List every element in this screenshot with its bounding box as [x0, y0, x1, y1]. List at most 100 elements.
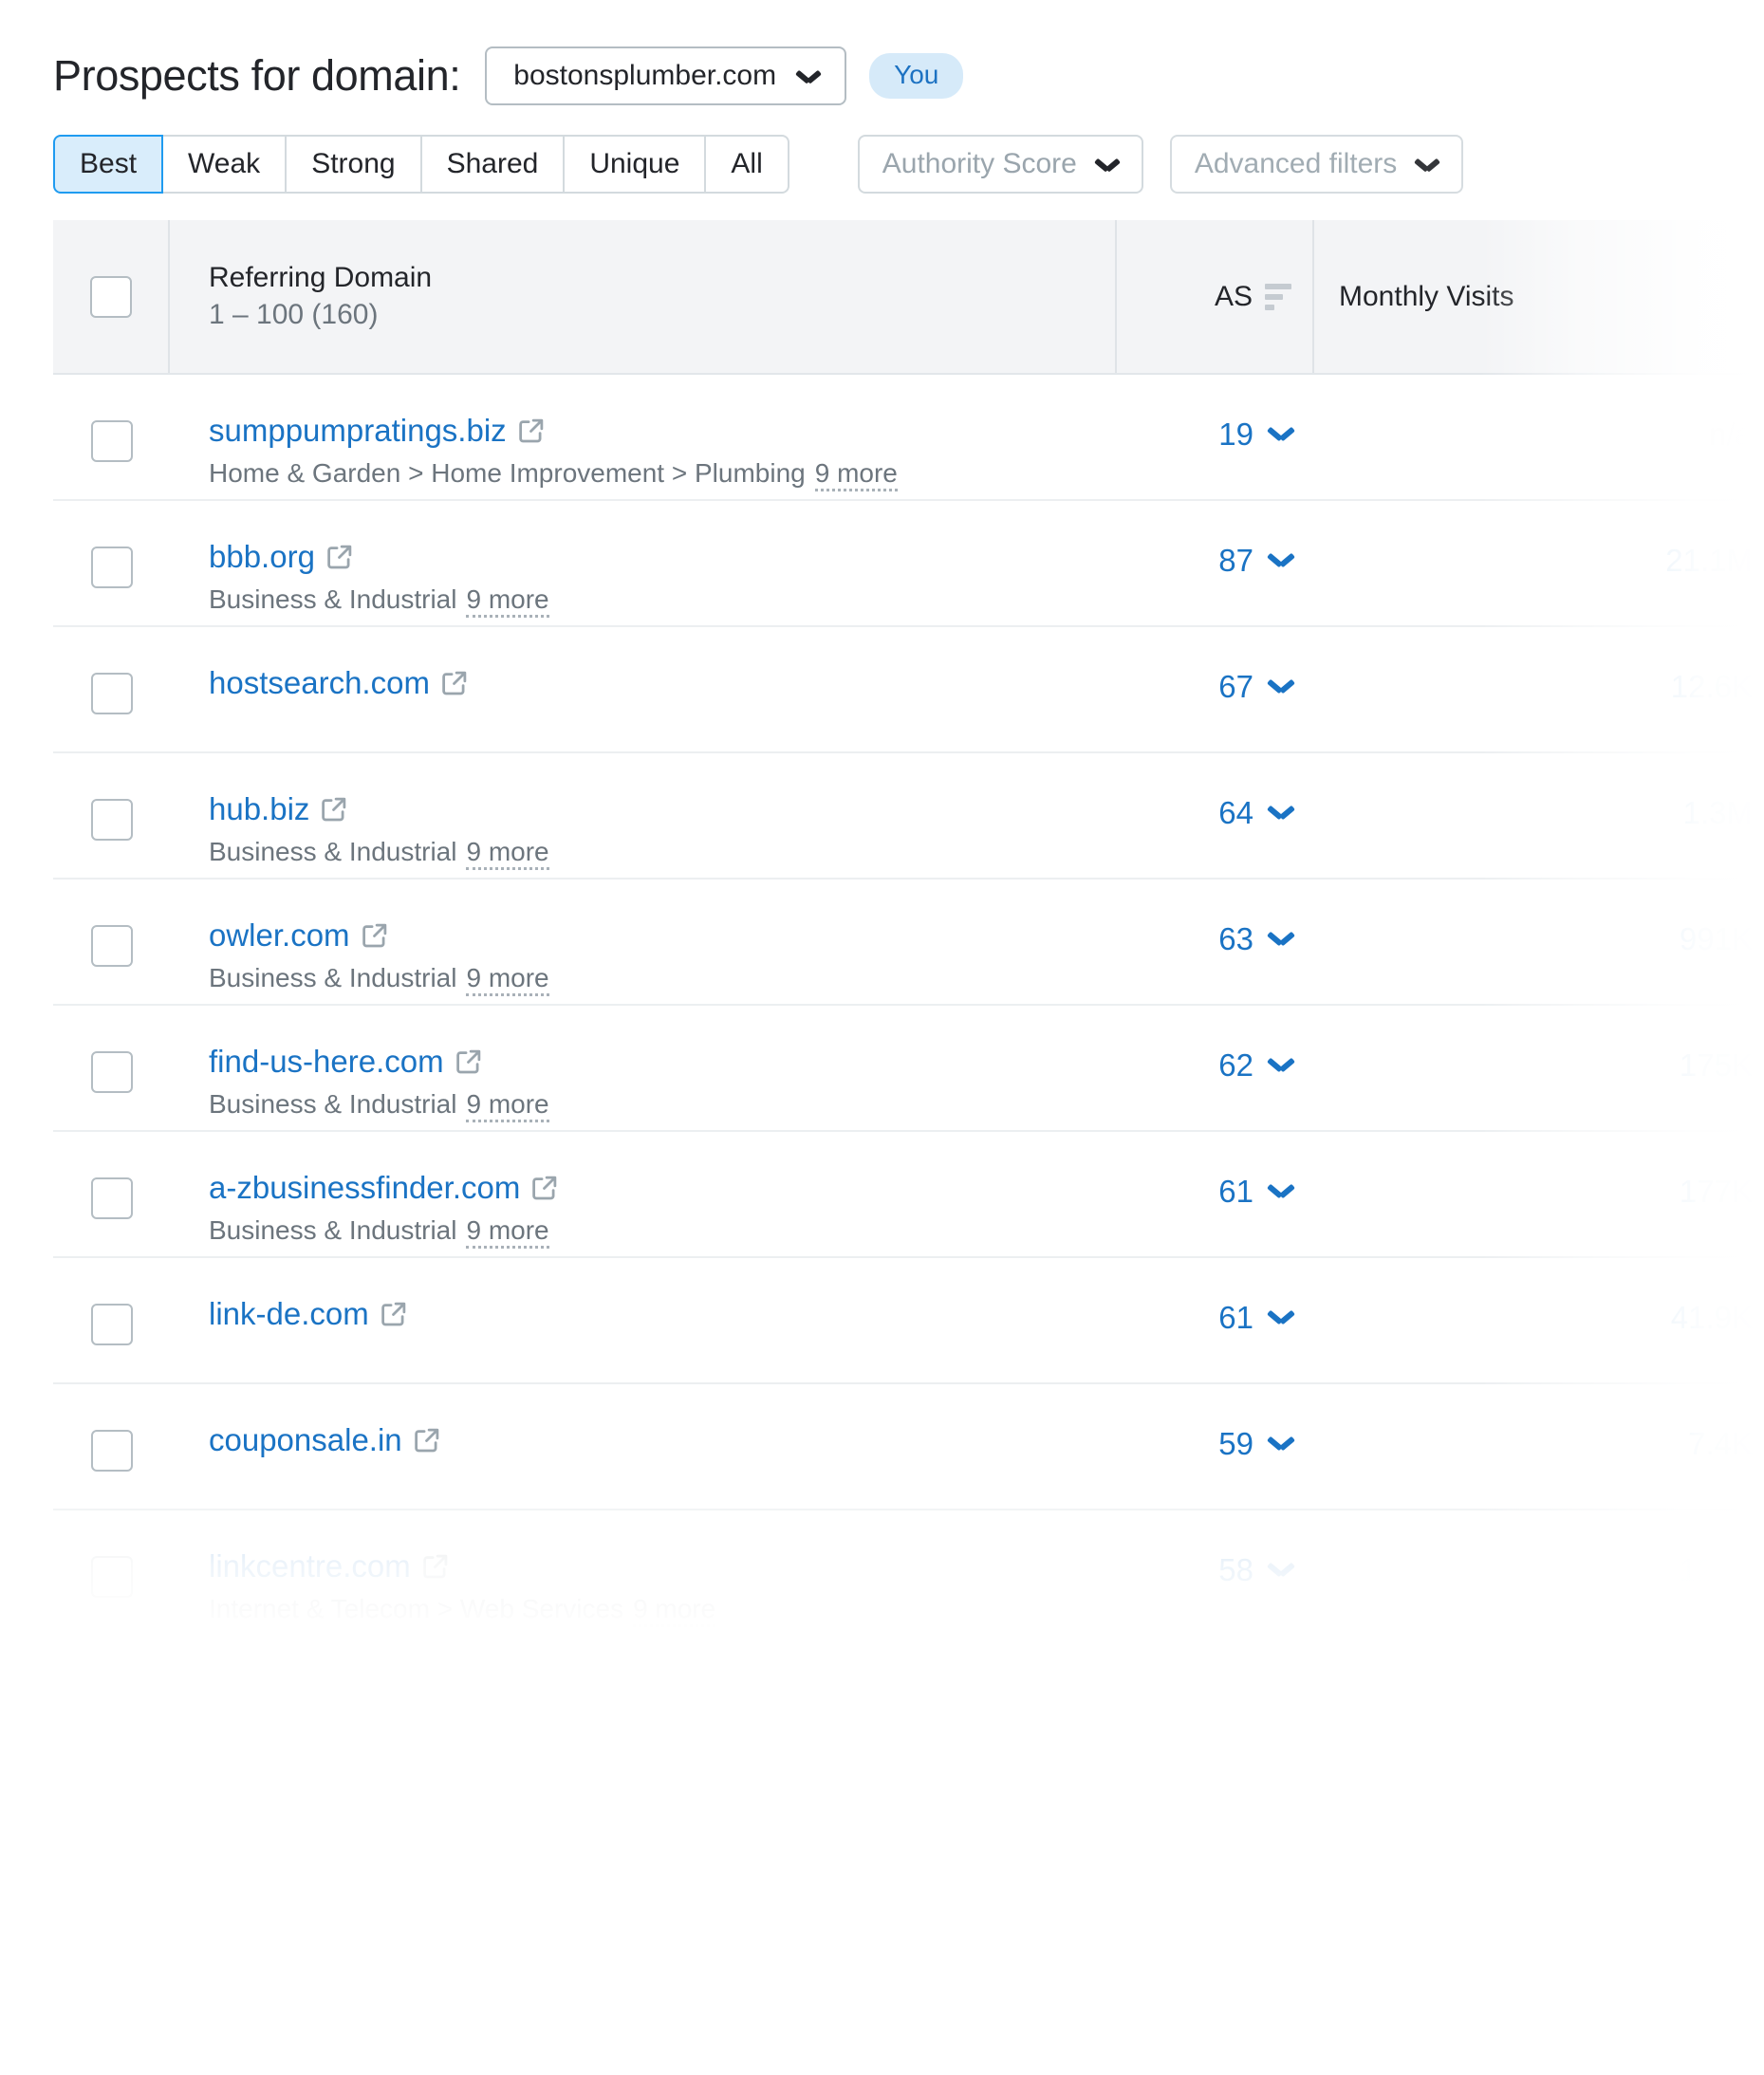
referring-domain-cell: link-de.com	[170, 1258, 1117, 1382]
tab-best[interactable]: Best	[53, 135, 163, 194]
chevron-down-icon[interactable]	[1269, 1183, 1293, 1197]
authority-score-value: 59	[1218, 1426, 1253, 1462]
referring-domain-cell: find-us-here.comBusiness & Industrial9 m…	[170, 1006, 1117, 1130]
table-row[interactable]: owler.comBusiness & Industrial9 more6399…	[53, 880, 1764, 1006]
table-row[interactable]: bbb.orgBusiness & Industrial9 more8721.1…	[53, 501, 1764, 627]
chevron-down-icon[interactable]	[1269, 426, 1293, 440]
table-row[interactable]: a-zbusinessfinder.com Business & Industri…	[53, 1132, 1764, 1258]
table-body: sumppumpratings.biz Home & Garden > Home …	[53, 375, 1764, 1637]
tab-weak[interactable]: Weak	[161, 135, 285, 194]
row-checkbox[interactable]	[91, 925, 133, 967]
column-header-referring-domain[interactable]: Referring Domain 1 – 100 (160)	[170, 220, 1117, 373]
row-checkbox[interactable]	[91, 1304, 133, 1345]
row-checkbox[interactable]	[91, 420, 133, 462]
external-link-icon[interactable]	[456, 1049, 481, 1074]
chevron-down-icon	[797, 69, 820, 83]
domain-line: hub.biz	[209, 791, 1117, 827]
referring-domain-link[interactable]: sumppumpratings.biz	[209, 413, 507, 449]
table-row[interactable]: sumppumpratings.biz Home & Garden > Home …	[53, 375, 1764, 501]
external-link-icon[interactable]	[381, 1302, 406, 1326]
column-header-as[interactable]: AS	[1117, 220, 1314, 373]
chevron-down-icon[interactable]	[1269, 678, 1293, 693]
category-path: Home & Garden > Home Improvement > Plumb…	[209, 458, 806, 489]
chevron-down-icon[interactable]	[1269, 1436, 1293, 1450]
table-row[interactable]: hub.bizBusiness & Industrial9 more641.3M	[53, 753, 1764, 880]
row-checkbox[interactable]	[91, 1177, 133, 1219]
authority-score-filter[interactable]: Authority Score	[858, 135, 1143, 194]
row-select-cell	[53, 501, 170, 625]
tab-unique[interactable]: Unique	[563, 135, 704, 194]
chevron-down-icon[interactable]	[1269, 1057, 1293, 1071]
referring-domain-link[interactable]: hostsearch.com	[209, 665, 430, 701]
show-more-categories-link[interactable]: 9 more	[466, 838, 548, 870]
referring-domain-cell: couponsale.in	[170, 1384, 1117, 1509]
row-checkbox[interactable]	[91, 673, 133, 714]
external-link-icon[interactable]	[362, 923, 387, 948]
monthly-visits-value: 120K	[1314, 1510, 1764, 1637]
referring-domain-link[interactable]: linkcentre.com	[209, 1548, 411, 1584]
table-row[interactable]: link-de.com6141.9K	[53, 1258, 1764, 1384]
row-checkbox[interactable]	[91, 1051, 133, 1093]
page-title: Prospects for domain:	[53, 51, 460, 101]
external-link-icon[interactable]	[322, 797, 346, 822]
referring-domain-link[interactable]: link-de.com	[209, 1296, 369, 1332]
category-line: Business & Industrial9 more	[209, 1215, 1117, 1249]
authority-score-cell: 19	[1117, 375, 1314, 499]
domain-line: a-zbusinessfinder.com	[209, 1170, 1117, 1206]
chevron-down-icon[interactable]	[1269, 931, 1293, 945]
tab-strong[interactable]: Strong	[285, 135, 419, 194]
referring-domain-link[interactable]: bbb.org	[209, 539, 315, 575]
row-checkbox[interactable]	[91, 1556, 133, 1598]
row-checkbox[interactable]	[91, 1430, 133, 1472]
authority-score-cell: 63	[1117, 880, 1314, 1004]
show-more-categories-link[interactable]: 9 more	[466, 585, 548, 618]
chevron-down-icon[interactable]	[1269, 1562, 1293, 1576]
row-select-cell	[53, 1132, 170, 1256]
column-header-monthly-visits[interactable]: Monthly Visits	[1314, 220, 1764, 373]
row-checkbox[interactable]	[91, 547, 133, 588]
authority-score-value: 64	[1218, 795, 1253, 831]
external-link-icon[interactable]	[519, 418, 544, 443]
show-more-categories-link[interactable]: 9 more	[466, 1216, 548, 1249]
advanced-filters[interactable]: Advanced filters	[1170, 135, 1463, 194]
category-line: Home & Garden > Home Improvement > Plumb…	[209, 458, 1117, 491]
referring-domain-link[interactable]: couponsale.in	[209, 1422, 402, 1458]
domain-line: link-de.com	[209, 1296, 1117, 1332]
domain-selector[interactable]: bostonsplumber.com	[485, 46, 846, 105]
external-link-icon[interactable]	[327, 545, 352, 569]
select-all-checkbox[interactable]	[90, 276, 132, 318]
row-select-cell	[53, 375, 170, 499]
category-line: Business & Industrial9 more	[209, 584, 1117, 618]
row-select-cell	[53, 1006, 170, 1130]
monthly-visits-value: 12.6K	[1314, 627, 1764, 751]
show-more-categories-link[interactable]: 9 more	[633, 1595, 715, 1627]
monthly-visits-value: 7.4K	[1314, 1384, 1764, 1509]
table-row[interactable]: hostsearch.com6712.6K	[53, 627, 1764, 753]
chevron-down-icon[interactable]	[1269, 552, 1293, 566]
chevron-down-icon[interactable]	[1269, 1309, 1293, 1324]
show-more-categories-link[interactable]: 9 more	[466, 964, 548, 996]
sort-descending-icon[interactable]	[1265, 284, 1291, 310]
external-link-icon[interactable]	[442, 671, 467, 695]
show-more-categories-link[interactable]: 9 more	[466, 1090, 548, 1122]
tab-all[interactable]: All	[704, 135, 789, 194]
table-row[interactable]: find-us-here.comBusiness & Industrial9 m…	[53, 1006, 1764, 1132]
external-link-icon[interactable]	[415, 1428, 439, 1453]
referring-domain-link[interactable]: hub.biz	[209, 791, 309, 827]
chevron-down-icon[interactable]	[1269, 805, 1293, 819]
external-link-icon[interactable]	[532, 1176, 557, 1200]
authority-score-value: 62	[1218, 1047, 1253, 1084]
show-more-categories-link[interactable]: 9 more	[815, 459, 898, 491]
referring-domain-link[interactable]: a-zbusinessfinder.com	[209, 1170, 520, 1206]
external-link-icon[interactable]	[423, 1554, 448, 1579]
referring-domain-link[interactable]: owler.com	[209, 917, 350, 954]
chevron-down-icon	[1416, 157, 1439, 171]
referring-domain-link[interactable]: find-us-here.com	[209, 1044, 444, 1080]
table-row[interactable]: linkcentre.com Internet & Telecom > Web S…	[53, 1510, 1764, 1637]
category-path: Internet & Telecom > Web Services	[209, 1594, 623, 1624]
row-select-cell	[53, 1258, 170, 1382]
row-checkbox[interactable]	[91, 799, 133, 841]
tab-shared[interactable]: Shared	[420, 135, 564, 194]
you-badge: You	[869, 53, 963, 99]
table-row[interactable]: couponsale.in 59 7.4K	[53, 1384, 1764, 1510]
